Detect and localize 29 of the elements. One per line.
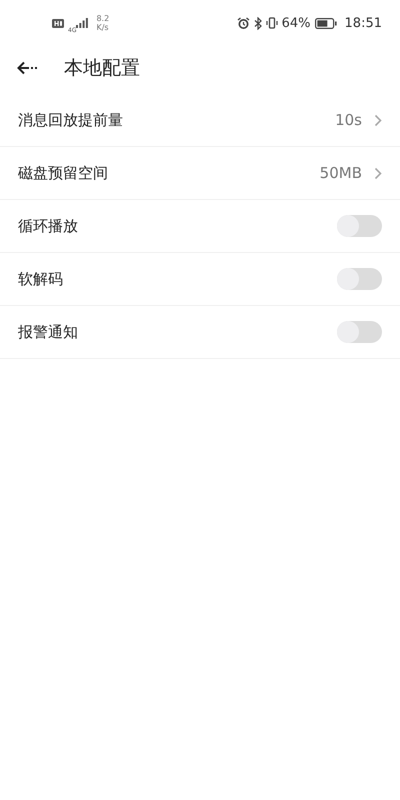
setting-label: 报警通知 xyxy=(18,322,78,342)
battery-icon xyxy=(314,18,337,28)
speed-unit: K/s xyxy=(96,23,110,32)
chevron-icon xyxy=(374,166,382,180)
settings-row[interactable]: 软解码 xyxy=(0,253,400,306)
page-title: 本地配置 xyxy=(64,56,140,81)
setting-label: 磁盘预留空间 xyxy=(18,164,108,182)
setting-label: 循环播放 xyxy=(18,216,78,236)
setting-label: 软解码 xyxy=(18,270,63,288)
bluetooth-icon xyxy=(254,16,262,30)
toggle-switch[interactable] xyxy=(337,321,382,343)
settings-row[interactable]: 报警通知 xyxy=(0,306,400,359)
toggle-switch[interactable] xyxy=(337,268,382,290)
alarm-icon xyxy=(236,16,250,30)
clock: 18:51 xyxy=(344,16,382,30)
network-speed: 8.2 xyxy=(96,14,110,23)
setting-value: 10s xyxy=(335,111,362,129)
vibrate-icon xyxy=(266,17,278,29)
battery-percent: 64% xyxy=(282,16,311,30)
hd-icon xyxy=(52,18,64,28)
back-button[interactable] xyxy=(16,61,38,75)
setting-value: 50MB xyxy=(320,164,362,182)
chevron-icon xyxy=(374,114,382,126)
settings-row[interactable]: 磁盘预留空间 50MB xyxy=(0,147,400,200)
setting-label: 消息回放提前量 xyxy=(18,110,123,130)
toggle-switch[interactable] xyxy=(337,215,382,237)
signal-icon xyxy=(76,18,88,28)
settings-row[interactable]: 循环播放 xyxy=(0,200,400,253)
settings-row[interactable]: 消息回放提前量 10s xyxy=(0,94,400,147)
